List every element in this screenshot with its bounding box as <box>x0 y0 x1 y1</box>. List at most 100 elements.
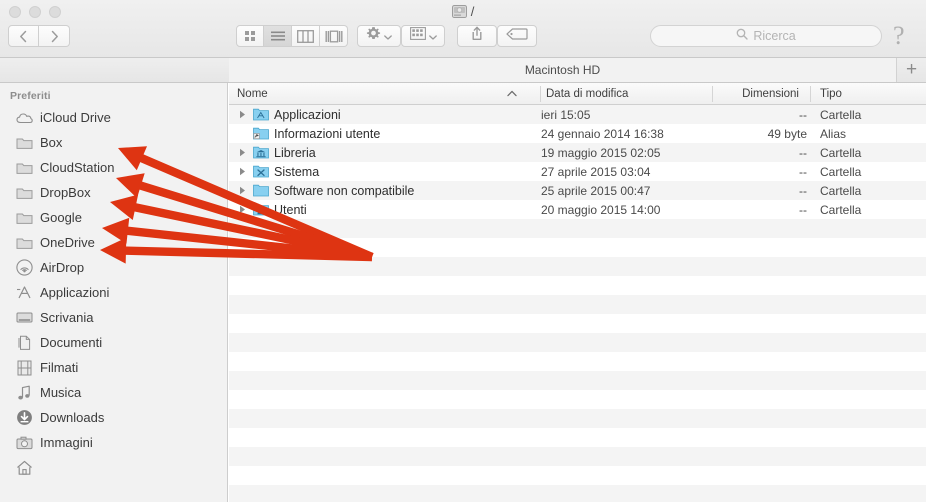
column-header-nome[interactable]: Nome <box>237 83 541 104</box>
row-name-label: Software non compatibile <box>274 183 415 198</box>
table-row-empty <box>229 257 926 276</box>
movies-icon <box>16 359 33 376</box>
sidebar-item-filmati[interactable]: Filmati <box>0 355 227 380</box>
row-size-cell: -- <box>799 202 807 217</box>
arrange-menu[interactable] <box>401 25 445 47</box>
plain-folder-icon <box>253 183 269 199</box>
desktop-icon <box>16 309 33 326</box>
sidebar-item-home[interactable] <box>0 455 227 480</box>
table-row[interactable]: Libreria 19 maggio 2015 02:05 -- Cartell… <box>229 143 926 162</box>
tag-icon <box>506 27 528 45</box>
table-row-empty <box>229 371 926 390</box>
column-header-data[interactable]: Data di modifica <box>541 83 712 104</box>
disclosure-triangle-icon[interactable] <box>237 200 248 219</box>
folder-icon <box>16 159 33 176</box>
table-row[interactable]: Informazioni utente 24 gennaio 2014 16:3… <box>229 124 926 143</box>
table-row-empty <box>229 238 926 257</box>
disclosure-triangle-icon[interactable] <box>237 143 248 162</box>
search-icon <box>736 27 749 45</box>
pictures-icon <box>16 434 33 451</box>
column-divider[interactable] <box>810 86 811 102</box>
sidebar-item-downloads[interactable]: Downloads <box>0 405 227 430</box>
sidebar-section-preferiti: Preferiti <box>10 90 51 102</box>
table-row[interactable]: Sistema 27 aprile 2015 03:04 -- Cartella <box>229 162 926 181</box>
column-header-tipo[interactable]: Tipo <box>820 83 920 104</box>
sidebar-item-cloudstation[interactable]: CloudStation <box>0 155 227 180</box>
sidebar-item-dropbox[interactable]: DropBox <box>0 180 227 205</box>
sidebar-item-scrivania[interactable]: Scrivania <box>0 305 227 330</box>
row-type-cell: Alias <box>820 126 847 141</box>
row-type-cell: Cartella <box>820 164 862 179</box>
forward-button[interactable] <box>39 25 70 47</box>
system-folder-icon <box>253 164 269 180</box>
disclosure-triangle-icon[interactable] <box>237 181 248 200</box>
sidebar-item-documenti[interactable]: Documenti <box>0 330 227 355</box>
row-size-cell: -- <box>799 164 807 179</box>
icon-view-button[interactable] <box>236 25 264 47</box>
table-row[interactable]: Software non compatibile 25 aprile 2015 … <box>229 181 926 200</box>
row-type-cell: Cartella <box>820 202 862 217</box>
sidebar-item-label: Musica <box>40 385 82 400</box>
file-list: Nome Data di modifica Dimensioni Tipo Ap… <box>229 83 926 502</box>
applications-icon <box>16 284 33 301</box>
folder-icon <box>16 209 33 226</box>
coverflow-view-button[interactable] <box>320 25 348 47</box>
row-type-cell: Cartella <box>820 145 862 160</box>
disclosure-triangle-icon[interactable] <box>237 105 248 124</box>
sidebar: Preferiti iCloud Drive Box CloudStation … <box>0 83 228 502</box>
row-date-cell: ieri 15:05 <box>541 107 591 122</box>
column-headers: Nome Data di modifica Dimensioni Tipo <box>229 83 926 105</box>
sidebar-item-icloud-drive[interactable]: iCloud Drive <box>0 105 227 130</box>
column-header-dimensioni[interactable]: Dimensioni <box>712 83 807 104</box>
home-icon <box>16 459 33 476</box>
sidebar-item-box[interactable]: Box <box>0 130 227 155</box>
row-name-cell: Utenti <box>229 200 307 219</box>
row-date-cell: 24 gennaio 2014 16:38 <box>541 126 664 141</box>
table-row-empty <box>229 352 926 371</box>
share-button[interactable] <box>457 25 497 47</box>
sidebar-item-musica[interactable]: Musica <box>0 380 227 405</box>
sidebar-item-onedrive[interactable]: OneDrive <box>0 230 227 255</box>
help-button[interactable]: ? <box>893 23 905 49</box>
table-row-empty <box>229 276 926 295</box>
search-input[interactable]: Ricerca <box>650 25 882 47</box>
list-view-button[interactable] <box>264 25 292 47</box>
arrange-icon <box>409 27 426 45</box>
row-name-cell: Informazioni utente <box>229 124 380 143</box>
row-size-cell: -- <box>799 107 807 122</box>
hard-drive-icon <box>451 4 467 18</box>
row-name-cell: Software non compatibile <box>229 181 414 200</box>
row-date-cell: 20 maggio 2015 14:00 <box>541 202 661 217</box>
icloud-icon <box>16 109 33 126</box>
sort-ascending-icon <box>507 83 531 104</box>
documents-icon <box>16 334 33 351</box>
airdrop-icon <box>16 259 33 276</box>
table-row-empty <box>229 428 926 447</box>
sidebar-item-google[interactable]: Google <box>0 205 227 230</box>
table-row[interactable]: Utenti 20 maggio 2015 14:00 -- Cartella <box>229 200 926 219</box>
alias-folder-icon <box>253 126 269 142</box>
title-bar: / Ricerca ? <box>0 0 926 58</box>
tags-button[interactable] <box>497 25 537 47</box>
table-row[interactable]: Applicazioni ieri 15:05 -- Cartella <box>229 105 926 124</box>
sidebar-item-airdrop[interactable]: AirDrop <box>0 255 227 280</box>
sidebar-item-immagini[interactable]: Immagini <box>0 430 227 455</box>
sidebar-item-label: Applicazioni <box>40 285 110 300</box>
add-tab-button[interactable]: + <box>897 58 926 82</box>
sidebar-item-label: Scrivania <box>40 310 94 325</box>
row-name-label: Applicazioni <box>274 107 341 122</box>
row-name-cell: Applicazioni <box>229 105 341 124</box>
window-path: / <box>470 3 475 19</box>
music-icon <box>16 384 33 401</box>
sidebar-item-label: CloudStation <box>40 160 115 175</box>
sidebar-item-applicazioni[interactable]: Applicazioni <box>0 280 227 305</box>
disclosure-triangle-icon[interactable] <box>237 162 248 181</box>
sidebar-item-label: OneDrive <box>40 235 95 250</box>
action-gear-menu[interactable] <box>357 25 401 47</box>
sidebar-item-label: iCloud Drive <box>40 110 111 125</box>
column-view-button[interactable] <box>292 25 320 47</box>
window-title: / <box>0 2 926 20</box>
back-button[interactable] <box>8 25 39 47</box>
row-name-cell: Sistema <box>229 162 319 181</box>
tab-macintosh-hd[interactable]: Macintosh HD <box>229 58 897 82</box>
